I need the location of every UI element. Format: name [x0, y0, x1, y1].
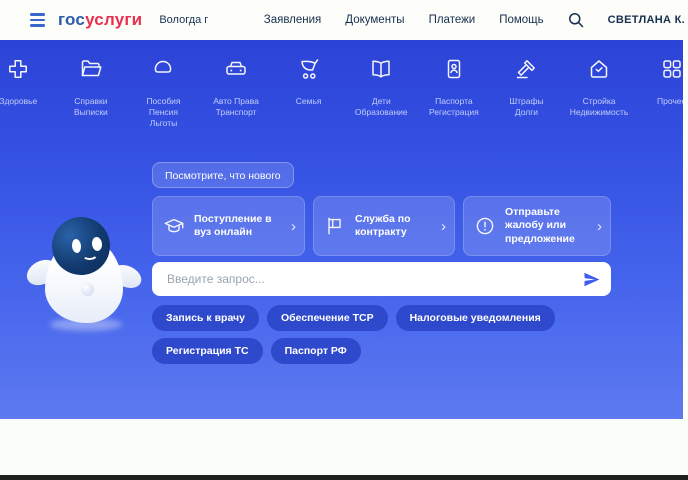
- card-university-admission[interactable]: Поступление ввуз онлайн ›: [152, 196, 305, 256]
- chip-doctor-appointment[interactable]: Запись к врачу: [152, 305, 259, 331]
- robot-assistant-mascot: [25, 205, 145, 341]
- nav-item-payments[interactable]: Платежи: [429, 14, 476, 26]
- search-icon[interactable]: [566, 10, 586, 30]
- category-label: ШтрафыДолги: [509, 96, 543, 118]
- card-send-complaint[interactable]: Отправьтежалобу илипредложение ›: [463, 196, 611, 256]
- bottom-dark-bar: [0, 475, 688, 480]
- chevron-right-icon: ›: [597, 219, 602, 234]
- category-label: Здоровье: [0, 96, 37, 107]
- graduation-cap-icon: [163, 215, 185, 237]
- category-other[interactable]: Прочее: [635, 40, 683, 129]
- category-label: ПособияПенсияЛьготы: [146, 96, 180, 129]
- category-label: Семья: [296, 96, 322, 107]
- health-cross-icon: [6, 57, 30, 81]
- footer-light-area: [0, 419, 688, 475]
- nav-item-applications[interactable]: Заявления: [264, 14, 322, 26]
- whats-new-button[interactable]: Посмотрите, что нового: [152, 162, 294, 188]
- gosuslugi-portal-page: госуслуги Вологда г Заявления Документы …: [0, 0, 688, 480]
- category-auto[interactable]: Авто ПраваТранспорт: [200, 40, 273, 129]
- nav-item-documents[interactable]: Документы: [345, 14, 404, 26]
- stroller-icon: [297, 57, 321, 81]
- gosuslugi-logo[interactable]: госуслуги: [58, 10, 142, 30]
- hamburger-menu-icon[interactable]: [30, 13, 45, 26]
- category-health[interactable]: Здоровье: [0, 40, 55, 129]
- car-icon: [224, 57, 248, 81]
- gavel-icon: [514, 57, 538, 81]
- category-label: Прочее: [657, 96, 683, 107]
- hero-section: Здоровье СправкиВыписки ПособияПенсияЛьг…: [0, 40, 683, 419]
- category-label: Авто ПраваТранспорт: [213, 96, 259, 118]
- category-fines-debts[interactable]: ШтрафыДолги: [490, 40, 563, 129]
- quick-suggestions: Запись к врачу Обеспечение ТСР Налоговые…: [152, 305, 622, 364]
- chip-tsr-provision[interactable]: Обеспечение ТСР: [267, 305, 388, 331]
- search-bar: [152, 262, 611, 296]
- search-input[interactable]: [165, 271, 582, 287]
- house-check-icon: [587, 57, 611, 81]
- nav-item-help[interactable]: Помощь: [499, 14, 543, 26]
- card-text: Служба поконтракту: [355, 213, 439, 240]
- card-text: Отправьтежалобу илипредложение: [505, 206, 595, 247]
- chevron-right-icon: ›: [291, 219, 296, 234]
- category-label: ДетиОбразование: [355, 96, 408, 118]
- category-label: СтройкаНедвижимость: [570, 96, 628, 118]
- header-nav: Заявления Документы Платежи Помощь: [264, 14, 544, 26]
- category-row: Здоровье СправкиВыписки ПособияПенсияЛьг…: [0, 40, 683, 129]
- card-text: Поступление ввуз онлайн: [194, 213, 289, 240]
- user-account-button[interactable]: СВЕТЛАНА К.: [608, 14, 685, 26]
- category-label: СправкиВыписки: [74, 96, 108, 118]
- chevron-right-icon: ›: [441, 219, 446, 234]
- category-passports[interactable]: ПаспортаРегистрация: [418, 40, 491, 129]
- category-label: ПаспортаРегистрация: [429, 96, 479, 118]
- chip-tax-notifications[interactable]: Налоговые уведомления: [396, 305, 555, 331]
- chip-vehicle-registration[interactable]: Регистрация ТС: [152, 338, 263, 364]
- hero-content: Посмотрите, что нового Поступление ввуз …: [152, 162, 611, 364]
- promo-cards-row: Поступление ввуз онлайн › Служба поконтр…: [152, 196, 611, 256]
- chip-passport-rf[interactable]: Паспорт РФ: [271, 338, 361, 364]
- benefits-dome-icon: [151, 57, 175, 81]
- category-children-education[interactable]: ДетиОбразование: [345, 40, 418, 129]
- category-construction-realty[interactable]: СтройкаНедвижимость: [563, 40, 636, 129]
- robot-chest-button: [81, 283, 94, 296]
- top-header: госуслуги Вологда г Заявления Документы …: [0, 0, 688, 40]
- logo-part-blue: гос: [58, 10, 85, 29]
- card-contract-service[interactable]: Служба поконтракту ›: [313, 196, 455, 256]
- folder-icon: [79, 57, 103, 81]
- open-book-icon: [369, 57, 393, 81]
- send-arrow-icon[interactable]: [582, 270, 601, 289]
- grid-icon: [660, 57, 683, 81]
- category-family[interactable]: Семья: [272, 40, 345, 129]
- category-benefits[interactable]: ПособияПенсияЛьготы: [127, 40, 200, 129]
- location-selector[interactable]: Вологда г: [159, 14, 208, 26]
- flag-icon: [324, 215, 346, 237]
- exclamation-circle-icon: [474, 215, 496, 237]
- category-certificates[interactable]: СправкиВыписки: [55, 40, 128, 129]
- passport-icon: [442, 57, 466, 81]
- logo-part-red: услуги: [85, 10, 142, 29]
